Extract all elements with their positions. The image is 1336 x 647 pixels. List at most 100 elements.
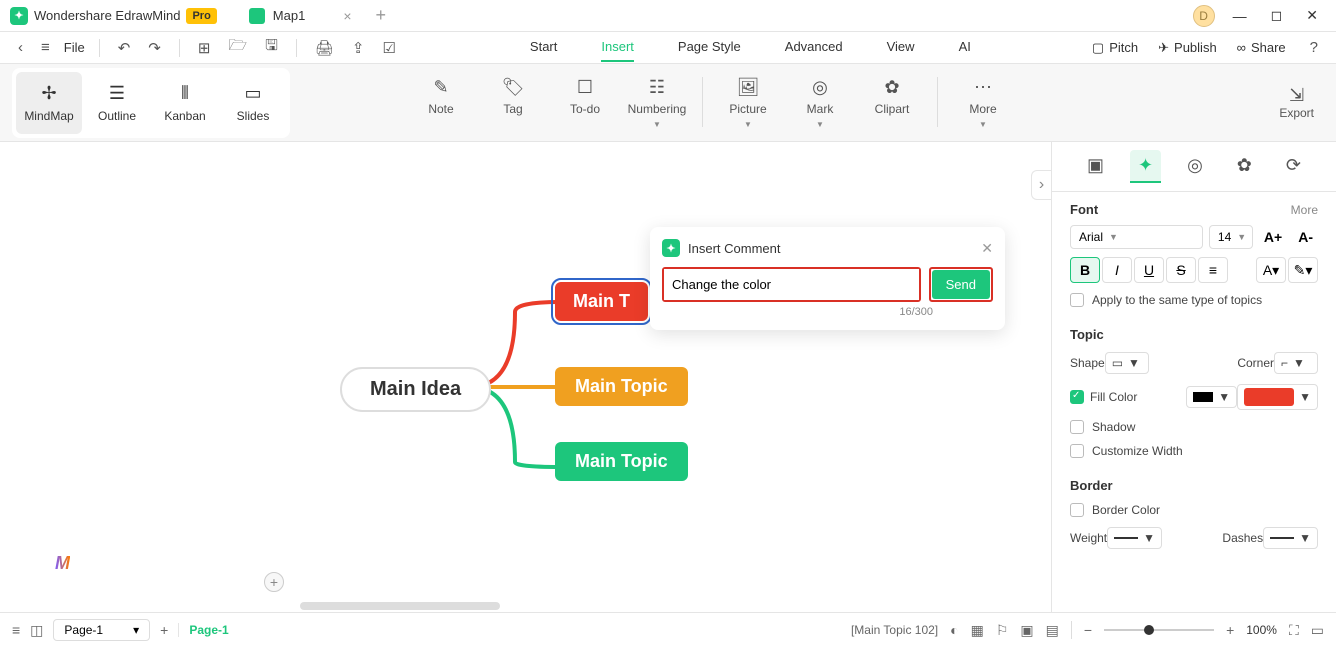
tool-picture[interactable]: 🖼Picture▼ (717, 77, 779, 129)
tool-mark[interactable]: ◎Mark▼ (789, 77, 851, 129)
node-topic-3[interactable]: Main Topic (555, 442, 688, 481)
menu-view[interactable]: View (887, 33, 915, 62)
minimize-button[interactable]: — (1227, 6, 1253, 26)
zoom-slider[interactable] (1104, 629, 1214, 631)
panel-tab-format[interactable]: ✦ (1130, 150, 1161, 183)
redo-icon[interactable]: ↷ (144, 37, 165, 59)
share-button[interactable]: ∞Share (1237, 40, 1286, 55)
panel-collapse-button[interactable]: › (1031, 170, 1051, 200)
close-comment-icon[interactable]: ✕ (981, 240, 993, 257)
help-icon[interactable]: ? (1306, 37, 1322, 58)
menu-start[interactable]: Start (530, 33, 557, 62)
tool-tag[interactable]: 🏷Tag (482, 77, 544, 129)
status-layer-icon[interactable]: ▣ (1020, 622, 1033, 639)
save-icon[interactable]: 🖫 (261, 33, 282, 62)
fit-icon[interactable]: ▭ (1311, 622, 1324, 639)
zoom-out-button[interactable]: − (1084, 622, 1092, 638)
zoom-value[interactable]: 100% (1246, 623, 1277, 637)
apply-same-checkbox[interactable] (1070, 293, 1084, 307)
canvas[interactable]: Main Idea Main T Main Topic Main Topic +… (0, 142, 1051, 612)
status-globe-icon[interactable]: ◐ (950, 622, 958, 638)
font-family-select[interactable]: Arial▼ (1070, 225, 1203, 249)
zoom-in-button[interactable]: + (1226, 622, 1234, 638)
page-select[interactable]: Page-1 ▾ (53, 619, 150, 641)
add-tab-button[interactable]: + (376, 5, 387, 26)
shape-select[interactable]: ▭▼ (1105, 352, 1149, 374)
shadow-checkbox[interactable] (1070, 420, 1084, 434)
panel-tab-style[interactable]: ▣ (1079, 150, 1112, 183)
hamburger-icon[interactable]: ≡ (37, 37, 54, 58)
menu-advanced[interactable]: Advanced (785, 33, 843, 62)
split-view-icon[interactable]: ◫ (30, 622, 43, 639)
outline-view-icon[interactable]: ≡ (12, 622, 20, 638)
user-avatar[interactable]: D (1193, 5, 1215, 27)
highlight-button[interactable]: ✎▾ (1288, 257, 1318, 283)
menu-ai[interactable]: AI (959, 33, 971, 62)
open-icon[interactable]: 🗁 (224, 33, 251, 62)
new-icon[interactable]: ⊞ (194, 37, 215, 59)
node-main-idea[interactable]: Main Idea (340, 367, 491, 412)
font-more-link[interactable]: More (1291, 203, 1318, 217)
node-topic-1[interactable]: Main T (555, 282, 648, 321)
send-button[interactable]: Send (932, 270, 990, 299)
font-size-select[interactable]: 14▼ (1209, 225, 1253, 249)
fill-color-select[interactable]: ▼ (1237, 384, 1318, 410)
print-icon[interactable]: 🖨 (311, 37, 338, 59)
custom-width-checkbox[interactable] (1070, 444, 1084, 458)
maximize-button[interactable]: ◻ (1265, 5, 1289, 26)
panel-tab-clipart[interactable]: ✿ (1229, 150, 1260, 183)
tool-more[interactable]: ⋯More▼ (952, 77, 1014, 129)
tool-todo[interactable]: ☐To-do (554, 77, 616, 129)
view-mindmap[interactable]: ✢MindMap (16, 72, 82, 134)
dashes-select[interactable]: ▼ (1263, 527, 1318, 549)
menu-insert[interactable]: Insert (601, 33, 634, 62)
increase-font-button[interactable]: A+ (1259, 226, 1287, 248)
view-kanban[interactable]: ⦀Kanban (152, 72, 218, 134)
doc-tab[interactable]: Map1 × (237, 2, 364, 30)
status-page-icon[interactable]: ▤ (1046, 622, 1059, 639)
export-button[interactable]: ⇲ Export (1279, 85, 1324, 120)
underline-button[interactable]: U (1134, 257, 1164, 283)
add-node-button[interactable]: + (264, 572, 284, 592)
custom-width-row[interactable]: Customize Width (1070, 444, 1318, 458)
close-window-button[interactable]: ✕ (1300, 5, 1324, 26)
align-button[interactable]: ≡ (1198, 257, 1228, 283)
tool-note[interactable]: ✎Note (410, 77, 472, 129)
border-color-row[interactable]: Border Color (1070, 503, 1318, 517)
back-icon[interactable]: ‹ (14, 37, 27, 58)
panel-tab-history[interactable]: ⟳ (1278, 150, 1309, 183)
status-flag-icon[interactable]: ⚐ (996, 622, 1009, 639)
decrease-font-button[interactable]: A- (1293, 226, 1318, 248)
shadow-row[interactable]: Shadow (1070, 420, 1318, 434)
file-menu[interactable]: File (64, 40, 85, 55)
view-outline[interactable]: ☰Outline (84, 72, 150, 134)
horizontal-scrollbar[interactable] (300, 602, 500, 610)
border-color-checkbox[interactable] (1070, 503, 1084, 517)
font-color-button[interactable]: A▾ (1256, 257, 1286, 283)
italic-button[interactable]: I (1102, 257, 1132, 283)
weight-select[interactable]: ▼ (1107, 527, 1162, 549)
undo-icon[interactable]: ↶ (114, 37, 135, 59)
menu-page-style[interactable]: Page Style (678, 33, 741, 62)
pitch-button[interactable]: ▢Pitch (1092, 40, 1138, 56)
tool-clipart[interactable]: ✿Clipart (861, 77, 923, 129)
page-tab[interactable]: Page-1 (178, 623, 238, 637)
zoom-thumb[interactable] (1144, 625, 1154, 635)
apply-same-type-row[interactable]: Apply to the same type of topics (1070, 293, 1318, 307)
fill-color-checkbox[interactable] (1070, 390, 1084, 404)
comment-input[interactable] (664, 269, 919, 300)
corner-select[interactable]: ⌐▼ (1274, 352, 1318, 374)
publish-button[interactable]: ✈Publish (1158, 40, 1217, 56)
strikethrough-button[interactable]: S (1166, 257, 1196, 283)
fullscreen-icon[interactable]: ⛶ (1289, 622, 1299, 639)
close-tab-icon[interactable]: × (343, 8, 351, 24)
view-slides[interactable]: ▭Slides (220, 72, 286, 134)
add-page-button[interactable]: + (160, 622, 168, 638)
panel-tab-mark[interactable]: ◎ (1179, 150, 1211, 183)
node-topic-2[interactable]: Main Topic (555, 367, 688, 406)
fill-mode-select[interactable]: ▼ (1186, 386, 1237, 408)
tool-numbering[interactable]: ☷Numbering▼ (626, 77, 688, 129)
export-icon[interactable]: ☑ (378, 37, 399, 59)
status-grid-icon[interactable]: ▦ (971, 622, 984, 639)
bold-button[interactable]: B (1070, 257, 1100, 283)
